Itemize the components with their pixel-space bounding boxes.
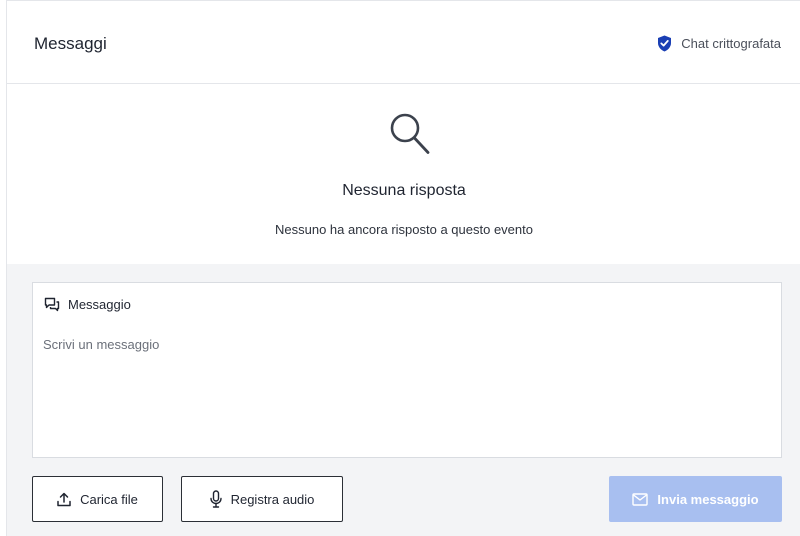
panel-header: Messaggi Chat crittografata [7,0,800,84]
message-label-text: Messaggio [68,297,131,312]
send-message-label: Invia messaggio [657,491,759,507]
composer-area: Messaggio Carica file Registra au [7,264,800,536]
upload-icon [57,492,71,507]
empty-state: Nessuna risposta Nessuno ha ancora rispo… [7,85,800,263]
message-input[interactable] [43,337,771,449]
send-message-button[interactable]: Invia messaggio [609,476,782,522]
empty-state-subtitle: Nessuno ha ancora risposto a questo even… [274,222,533,237]
message-box: Messaggio [32,282,782,458]
upload-file-label: Carica file [80,491,138,507]
encryption-label: Chat crittografata [681,36,781,51]
record-audio-button[interactable]: Registra audio [181,476,343,522]
chat-bubbles-icon [44,297,60,312]
messages-panel: Messaggi Chat crittografata Nessuna risp… [6,0,800,536]
search-icon [388,111,432,162]
message-label: Messaggio [44,297,131,312]
envelope-icon [632,492,649,506]
record-audio-label: Registra audio [230,491,315,507]
encryption-badge: Chat crittografata [657,35,781,52]
empty-state-title: Nessuna risposta [342,182,466,199]
shield-check-icon [657,35,672,52]
microphone-icon [209,490,222,508]
panel-title: Messaggi [34,34,107,53]
upload-file-button[interactable]: Carica file [32,476,163,522]
